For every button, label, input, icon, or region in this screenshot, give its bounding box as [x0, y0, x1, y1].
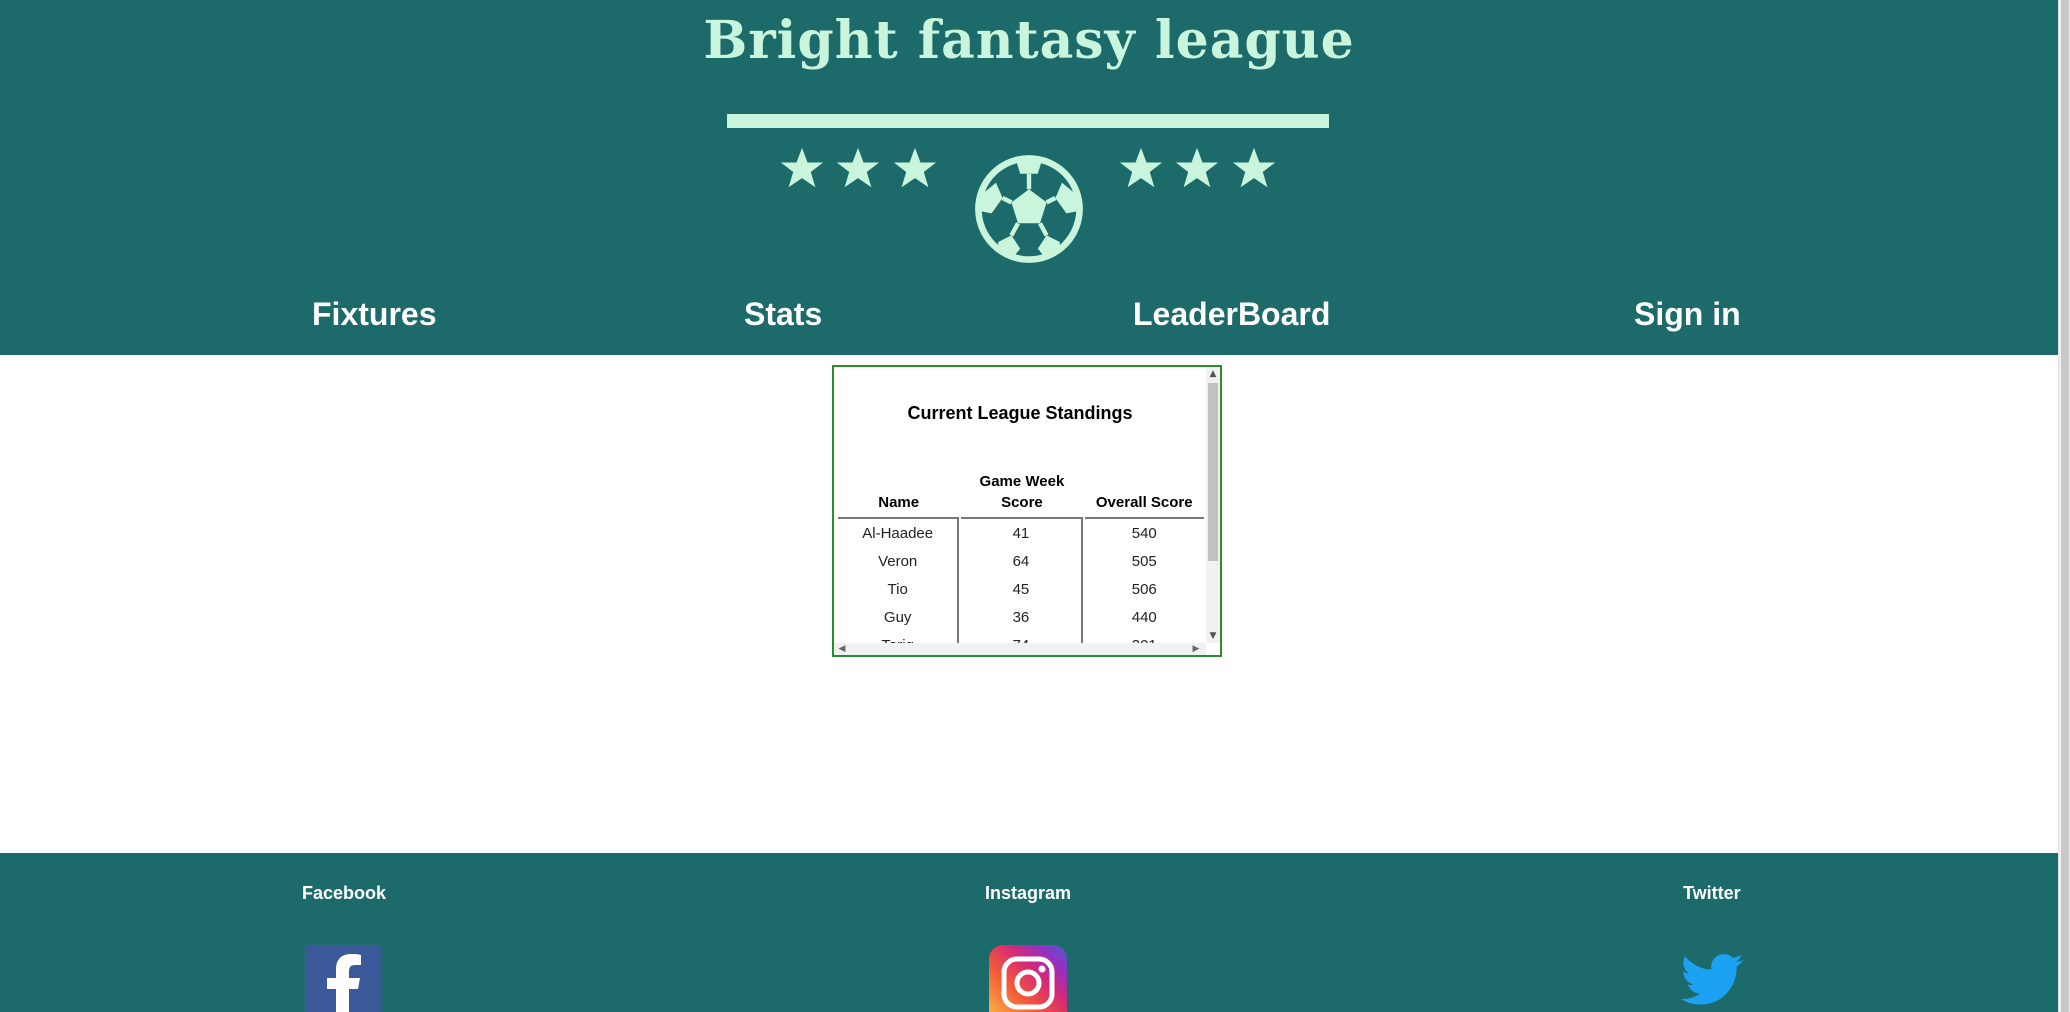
table-row: Veron 64 505	[838, 547, 1204, 575]
nav-sign-in[interactable]: Sign in	[1634, 296, 1741, 333]
twitter-label: Twitter	[1683, 883, 1741, 903]
column-header-name: Name	[838, 471, 960, 519]
nav-fixtures[interactable]: Fixtures	[312, 296, 436, 333]
title-underline	[727, 114, 1329, 128]
site-header: Bright fantasy league Fixtures Stats Lea…	[0, 0, 2058, 355]
page-scrollbar-thumb[interactable]	[2061, 0, 2069, 1012]
soccer-ball-icon	[975, 155, 1083, 263]
page: Bright fantasy league Fixtures Stats Lea…	[0, 0, 2070, 1012]
cell-game-week-score: 41	[961, 519, 1083, 547]
standings-table: Name Game Week Score Overall Score Al-Ha…	[836, 471, 1206, 643]
table-row: Guy 36 440	[838, 603, 1204, 631]
star-icon	[780, 147, 824, 188]
facebook-f-glyph	[327, 954, 361, 1012]
facebook-label: Facebook	[302, 883, 387, 903]
cell-name: Guy	[838, 603, 960, 631]
cell-name: Tio	[838, 575, 960, 603]
column-header-overall-score: Overall Score	[1084, 471, 1204, 519]
cell-game-week-score: 36	[961, 603, 1083, 631]
table-row: Tariq 74 301	[838, 631, 1204, 643]
twitter-icon[interactable]	[1676, 947, 1748, 1012]
cell-overall-score: 506	[1131, 580, 1157, 598]
cell-overall-score: 301	[1085, 631, 1204, 644]
nav-stats[interactable]: Stats	[744, 296, 822, 333]
column-header-label: Game Week Score	[979, 473, 1065, 511]
scrollbar-thumb[interactable]	[1208, 383, 1218, 561]
table-row: Tio 45 506	[838, 575, 1204, 603]
star-icon	[1119, 147, 1163, 188]
cell-overall-score: 440	[1131, 608, 1157, 626]
standings-scroll-area[interactable]: Current League Standings Name Game Week …	[834, 367, 1206, 643]
scroll-up-arrow-icon[interactable]: ▲	[1206, 367, 1220, 381]
standings-horizontal-scrollbar[interactable]: ◀ ▶	[834, 643, 1206, 655]
cell-overall-score: 505	[1131, 552, 1157, 570]
cell-name: Tariq	[838, 631, 960, 643]
star-icon	[893, 147, 937, 188]
scroll-right-arrow-icon[interactable]: ▶	[1190, 643, 1202, 655]
star-icon	[1232, 147, 1276, 188]
site-title: Bright fantasy league	[703, 10, 1355, 71]
column-header-game-week-score: Game Week Score	[961, 471, 1083, 519]
star-icon	[1175, 147, 1219, 188]
table-row: Al-Haadee 41 540	[838, 519, 1204, 547]
cell-overall-score: 540	[1131, 524, 1157, 542]
page-vertical-scrollbar[interactable]	[2058, 0, 2070, 1012]
cell-game-week-score: 64	[961, 547, 1083, 575]
star-icon	[836, 147, 880, 188]
site-footer: Facebook Instagram Twitter	[0, 853, 2058, 1012]
standings-title: Current League Standings	[907, 403, 1133, 423]
cell-game-week-score: 45	[961, 575, 1083, 603]
standings-vertical-scrollbar[interactable]: ▲ ▼	[1206, 367, 1220, 643]
cell-name: Al-Haadee	[838, 519, 960, 547]
cell-name: Veron	[838, 547, 960, 575]
facebook-icon[interactable]	[305, 945, 381, 1012]
nav-leaderboard[interactable]: LeaderBoard	[1133, 296, 1330, 333]
instagram-camera-glyph	[1001, 956, 1055, 1010]
scroll-left-arrow-icon[interactable]: ◀	[836, 643, 848, 655]
cell-game-week-score: 74	[961, 631, 1083, 643]
standings-panel: Current League Standings Name Game Week …	[832, 365, 1222, 657]
instagram-icon[interactable]	[989, 945, 1067, 1012]
instagram-label: Instagram	[985, 883, 1072, 903]
scroll-down-arrow-icon[interactable]: ▼	[1206, 629, 1220, 643]
